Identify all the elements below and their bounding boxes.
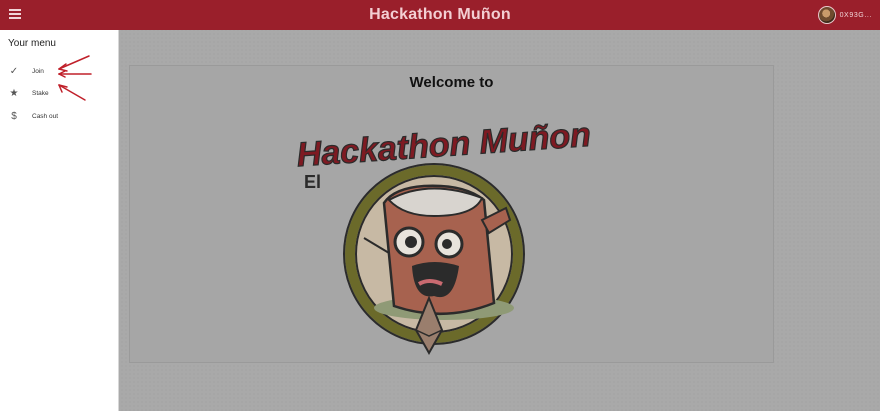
welcome-heading: Welcome to [409, 74, 494, 91]
sidebar-item-label: Stake [32, 90, 49, 97]
check-icon: ✓ [9, 66, 19, 77]
hackathon-munon-logo: Hackathon Muñon El [295, 115, 593, 356]
dollar-icon: $ [11, 111, 17, 122]
annotation-arrows [58, 55, 92, 101]
sidebar-title: Your menu [8, 38, 56, 49]
sidebar-item-label: Cash out [32, 113, 59, 120]
account-chip[interactable]: 0X93G... [817, 6, 872, 24]
sidebar-item-label: Join [32, 68, 44, 75]
app-title: Hackathon Muñon [369, 6, 511, 23]
star-icon: ★ [9, 88, 19, 99]
avatar[interactable] [817, 6, 836, 24]
account-address: 0X93G... [839, 11, 872, 19]
sidebar-drawer: Your menu ✓ Join ★ Stake $ Cash out [0, 30, 119, 411]
top-app-bar: Hackathon Muñon 0X93G... [0, 0, 880, 30]
welcome-card: Welcome to Hackathon Muñon El [129, 65, 774, 363]
sidebar-item-cash-out[interactable]: $ Cash out [0, 108, 118, 128]
logo-prefix: El [304, 172, 321, 192]
